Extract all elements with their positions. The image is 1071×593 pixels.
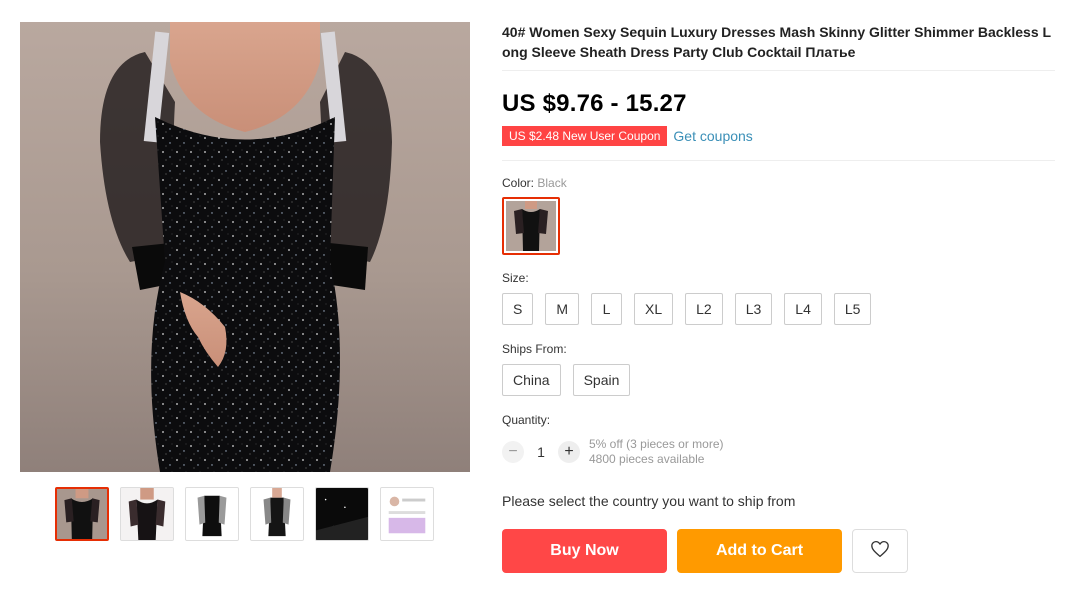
- wishlist-button[interactable]: [852, 529, 908, 573]
- size-option-l[interactable]: L: [591, 293, 623, 325]
- heart-icon: [870, 540, 890, 563]
- size-options: S M L XL L2 L3 L4 L5: [502, 293, 1055, 325]
- size-option-m[interactable]: M: [545, 293, 580, 325]
- size-option-l2[interactable]: L2: [685, 293, 723, 325]
- ships-from-china[interactable]: China: [502, 364, 561, 396]
- action-buttons: Buy Now Add to Cart: [502, 529, 1055, 573]
- thumbnail-6[interactable]: [380, 487, 434, 541]
- quantity-label: Quantity:: [502, 413, 551, 427]
- color-label-row: Color: Black: [502, 176, 1055, 190]
- product-info-panel: 40# Women Sexy Sequin Luxury Dresses Mas…: [502, 22, 1055, 573]
- dress-photo: [100, 22, 392, 472]
- size-option-s[interactable]: S: [502, 293, 534, 325]
- size-label: Size:: [502, 271, 529, 285]
- main-product-image[interactable]: [20, 22, 470, 472]
- get-coupons-link[interactable]: Get coupons: [673, 128, 752, 144]
- add-to-cart-button[interactable]: Add to Cart: [677, 529, 842, 573]
- thumbnail-4[interactable]: [250, 487, 304, 541]
- quantity-increase-button[interactable]: +: [558, 441, 580, 463]
- thumbnail-5[interactable]: [315, 487, 369, 541]
- thumbnail-3[interactable]: [185, 487, 239, 541]
- thumbnail-2[interactable]: [120, 487, 174, 541]
- product-price: US $9.76 - 15.27: [502, 90, 687, 117]
- divider: [502, 70, 1055, 71]
- color-selected-value: Black: [537, 176, 567, 190]
- thumbnail-strip: [55, 487, 434, 541]
- quantity-decrease-button[interactable]: −: [502, 441, 524, 463]
- bulk-discount-text: 5% off (3 pieces or more): [589, 437, 724, 451]
- thumbnail-1[interactable]: [55, 487, 109, 541]
- divider: [502, 160, 1055, 161]
- quantity-info: 5% off (3 pieces or more) 4800 pieces av…: [589, 437, 724, 467]
- ships-from-spain[interactable]: Spain: [572, 364, 631, 396]
- ships-from-options: China Spain: [502, 364, 1055, 396]
- new-user-coupon-badge[interactable]: US $2.48 New User Coupon: [502, 123, 668, 149]
- shipping-country-message: Please select the country you want to sh…: [502, 493, 796, 509]
- product-title: 40# Women Sexy Sequin Luxury Dresses Mas…: [502, 24, 1052, 60]
- coupon-row: US $2.48 New User Coupon Get coupons: [502, 123, 1055, 149]
- stock-available-text: 4800 pieces available: [589, 452, 705, 466]
- ships-from-label: Ships From:: [502, 342, 567, 356]
- size-option-l5[interactable]: L5: [833, 293, 872, 325]
- size-option-l3[interactable]: L3: [734, 293, 773, 325]
- quantity-stepper: − 1 + 5% off (3 pieces or more) 4800 pie…: [502, 437, 1055, 467]
- color-option-black[interactable]: [502, 197, 560, 255]
- size-option-l4[interactable]: L4: [784, 293, 822, 325]
- quantity-input[interactable]: 1: [524, 444, 558, 460]
- buy-now-button[interactable]: Buy Now: [502, 529, 667, 573]
- color-label: Color:: [502, 176, 535, 190]
- size-option-xl[interactable]: XL: [634, 293, 674, 325]
